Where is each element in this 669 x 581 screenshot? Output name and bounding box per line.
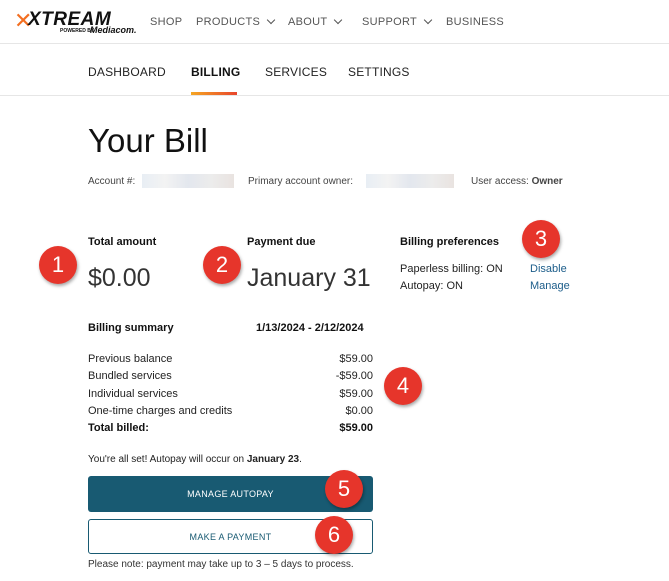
logo-mediacom: Mediacom. [90,25,137,35]
chevron-down-icon [423,15,433,25]
summary-row-value: $59.00 [339,353,373,365]
payment-processing-note: Please note: payment may take up to 3 – … [88,559,354,570]
nav-support[interactable]: SUPPORT [362,15,433,28]
summary-row-value: $0.00 [345,405,373,417]
autopay-note-text: You're all set! Autopay will occur on [88,454,247,465]
nav-products[interactable]: PRODUCTS [196,15,276,28]
summary-row-label: Individual services [88,388,178,400]
user-access-value: Owner [531,176,563,187]
payment-due-label: Payment due [247,236,316,248]
summary-row-label: One-time charges and credits [88,405,233,417]
account-owner-redacted [366,174,454,188]
top-navigation: ✕ XTREAM POWERED BY Mediacom. SHOP PRODU… [0,0,669,44]
page-title: Your Bill [88,122,208,159]
tab-services[interactable]: SERVICES [265,65,327,79]
autopay-note-end: . [299,454,302,465]
chevron-down-icon [266,15,276,25]
account-subnav: DASHBOARD BILLING SERVICES SETTINGS [0,45,669,96]
account-number-label: Account #: [88,176,136,187]
tab-settings[interactable]: SETTINGS [348,65,410,79]
summary-row-label: Bundled services [88,370,172,382]
annotation-marker-4: 4 [384,367,422,405]
manage-autopay-link[interactable]: Manage [530,280,570,292]
disable-paperless-link[interactable]: Disable [530,263,567,275]
total-billed-value: $59.00 [339,422,373,434]
annotation-marker-6: 6 [315,516,353,554]
autopay-note: You're all set! Autopay will occur on Ja… [88,454,302,465]
user-access-label: User access: [471,176,529,187]
total-amount-label: Total amount [88,236,157,248]
user-access: User access: Owner [471,176,563,187]
annotation-marker-2: 2 [203,246,241,284]
total-billed-label: Total billed: [88,422,149,434]
paperless-billing-status: Paperless billing: ON [400,263,503,275]
payment-due-value: January 31 [247,264,371,292]
annotation-marker-1: 1 [39,246,77,284]
xtream-logo[interactable]: ✕ XTREAM POWERED BY Mediacom. [14,8,137,37]
billing-summary-label: Billing summary [88,322,174,334]
autopay-status: Autopay: ON [400,280,463,292]
account-owner-label: Primary account owner: [248,176,354,187]
annotation-marker-5: 5 [325,470,363,508]
summary-row-label: Previous balance [88,353,173,365]
chevron-down-icon [334,15,343,25]
billing-preferences-label: Billing preferences [400,236,500,248]
total-amount-value: $0.00 [88,264,151,292]
summary-row-value: -$59.00 [335,370,373,382]
billing-period: 1/13/2024 - 2/12/2024 [256,322,364,334]
nav-shop[interactable]: SHOP [150,16,182,28]
tab-dashboard[interactable]: DASHBOARD [88,65,166,79]
autopay-date: January 23 [246,454,300,465]
nav-products-label: PRODUCTS [196,16,261,28]
account-number-redacted [142,174,234,188]
nav-about-label: ABOUT [288,16,328,28]
nav-support-label: SUPPORT [362,16,418,28]
active-tab-indicator [191,92,237,95]
annotation-marker-3: 3 [522,220,560,258]
tab-billing[interactable]: BILLING [191,65,240,79]
nav-business[interactable]: BUSINESS [446,16,504,28]
nav-about[interactable]: ABOUT [288,15,343,28]
summary-row-value: $59.00 [339,388,373,400]
